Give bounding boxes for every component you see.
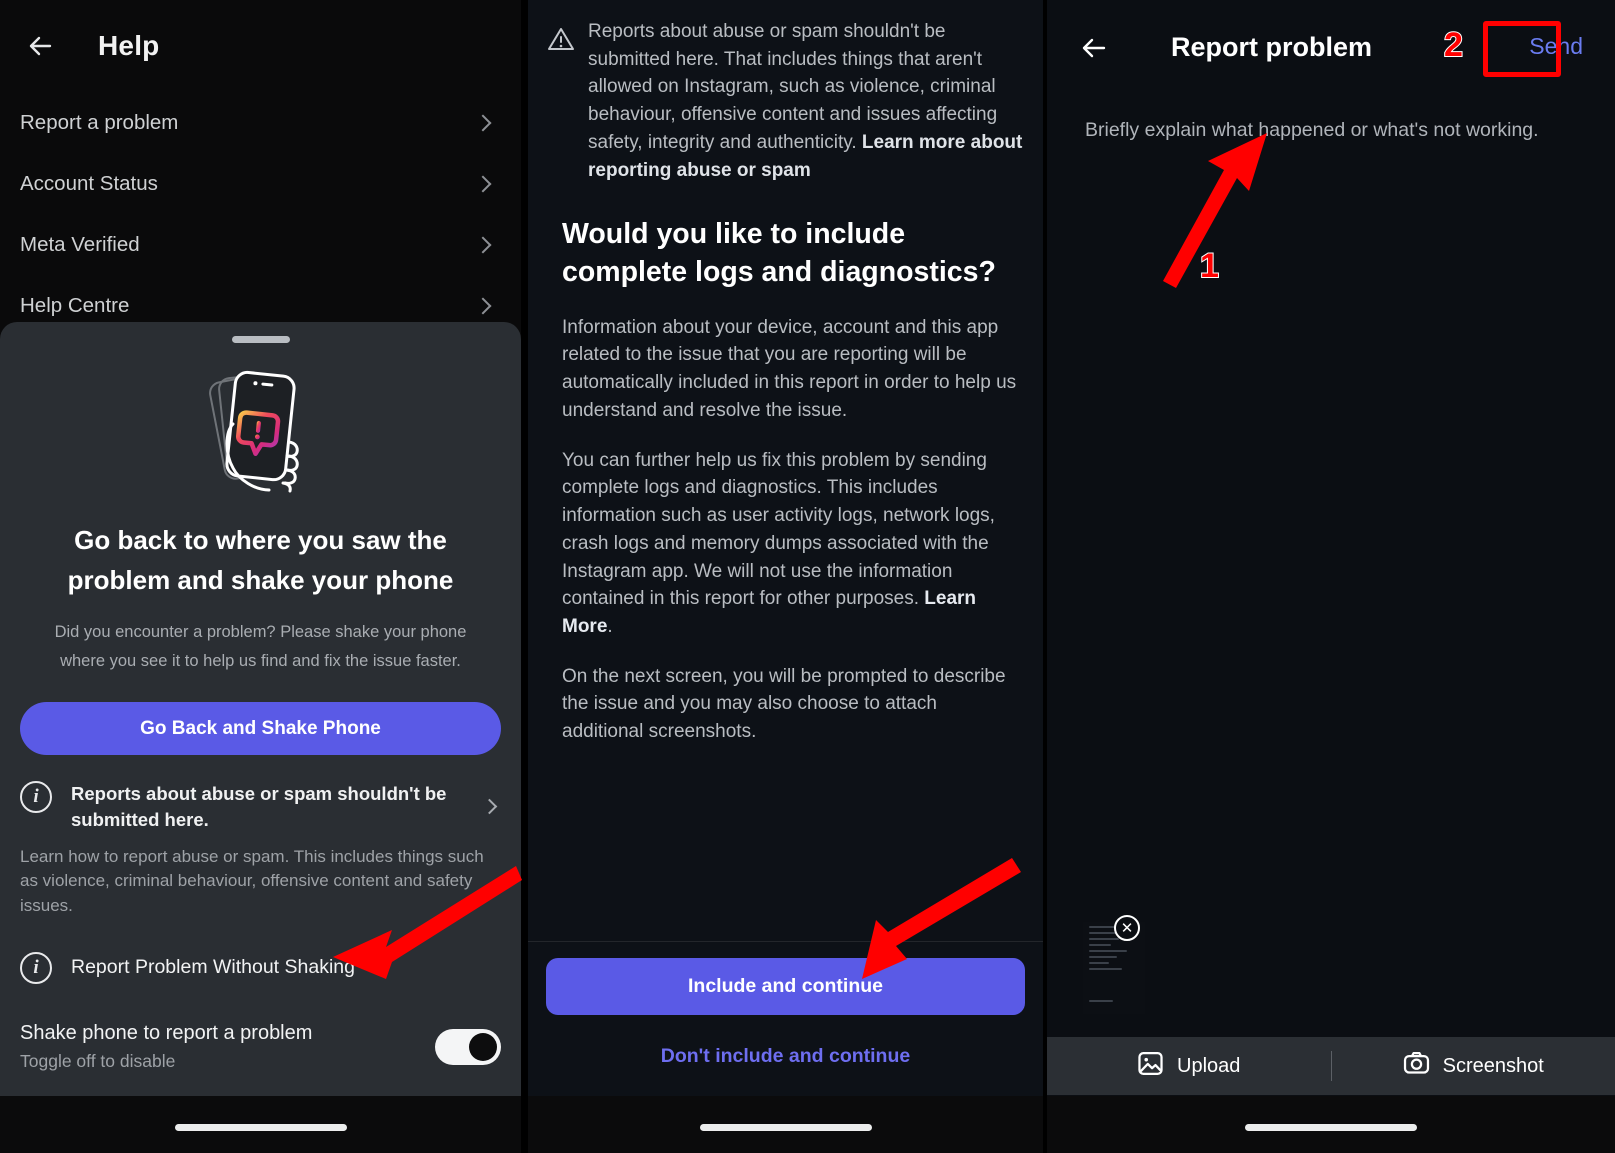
home-indicator bbox=[699, 1124, 872, 1131]
help-menu-item-label: Help Centre bbox=[20, 293, 130, 317]
problem-description-input[interactable]: Briefly explain what happened or what's … bbox=[1047, 95, 1615, 144]
include-and-continue-button[interactable]: Include and continue bbox=[546, 958, 1025, 1015]
help-menu-item-account-status[interactable]: Account Status bbox=[20, 153, 501, 214]
chevron-right-icon bbox=[474, 236, 492, 253]
upload-label: Upload bbox=[1177, 1054, 1241, 1077]
help-menu-item-label: Meta Verified bbox=[20, 232, 140, 256]
logs-paragraph-3: On the next screen, you will be prompted… bbox=[562, 665, 1006, 743]
arrow-left-icon[interactable] bbox=[20, 25, 62, 67]
upload-button[interactable]: Upload bbox=[1047, 1037, 1331, 1095]
attachment-toolbar: Upload Screenshot bbox=[1047, 1037, 1615, 1095]
screenshot-label: Screenshot bbox=[1442, 1054, 1544, 1077]
page-title: Report problem bbox=[1171, 32, 1373, 62]
shake-setting-text: Shake phone to report a problem Toggle o… bbox=[20, 1022, 312, 1072]
toggle-knob bbox=[469, 1032, 497, 1061]
help-menu-item-label: Report a problem bbox=[20, 110, 179, 134]
help-menu-item-meta-verified[interactable]: Meta Verified bbox=[20, 214, 501, 275]
help-header: Help bbox=[0, 0, 521, 92]
shake-to-report-bottom-sheet: Go back to where you saw the problem and… bbox=[0, 322, 521, 1097]
abuse-warning-text: Reports about abuse or spam shouldn't be… bbox=[588, 18, 1023, 184]
report-without-shaking-label: Report Problem Without Shaking bbox=[71, 956, 355, 979]
dont-include-and-continue-button[interactable]: Don't include and continue bbox=[546, 1035, 1025, 1078]
image-icon bbox=[1137, 1050, 1164, 1083]
abuse-notice-description: Learn how to report abuse or spam. This … bbox=[20, 846, 484, 916]
help-menu-item-report-a-problem[interactable]: Report a problem bbox=[20, 92, 501, 153]
arrow-left-icon[interactable] bbox=[1073, 27, 1115, 69]
logs-paragraph-1: Information about your device, account a… bbox=[562, 316, 1017, 421]
help-screen-panel: Help Report a problem Account Status Met… bbox=[0, 0, 521, 1153]
shake-setting-label: Shake phone to report a problem bbox=[20, 1021, 313, 1044]
page-title: Help bbox=[98, 30, 160, 61]
report-problem-panel: Report problem Send Briefly explain what… bbox=[1047, 0, 1615, 1153]
chevron-right-icon bbox=[474, 175, 492, 192]
camera-icon bbox=[1403, 1050, 1430, 1083]
home-indicator-zone bbox=[1047, 1096, 1615, 1153]
go-back-and-shake-phone-button[interactable]: Go Back and Shake Phone bbox=[20, 702, 501, 756]
sheet-subtitle: Did you encounter a problem? Please shak… bbox=[54, 623, 467, 671]
chevron-right-icon bbox=[474, 114, 492, 131]
logs-question-heading: Would you like to include complete logs … bbox=[562, 218, 996, 289]
info-circle-icon: i bbox=[20, 781, 52, 814]
help-menu-item-label: Account Status bbox=[20, 171, 158, 195]
home-indicator bbox=[174, 1124, 347, 1131]
home-indicator-zone bbox=[528, 1096, 1043, 1153]
help-menu-list: Report a problem Account Status Meta Ver… bbox=[0, 92, 521, 336]
chevron-right-icon bbox=[481, 798, 498, 815]
attachment-thumbnail-wrapper: ✕ bbox=[1065, 910, 1175, 1030]
warning-triangle-icon bbox=[546, 24, 580, 59]
shake-to-report-toggle[interactable] bbox=[435, 1028, 501, 1065]
screenshot-stage: Help Report a problem Account Status Met… bbox=[0, 0, 1615, 1153]
logs-paragraph-2-tail: . bbox=[607, 615, 613, 637]
abuse-or-spam-notice-row[interactable]: i Reports about abuse or spam shouldn't … bbox=[20, 781, 501, 831]
shake-to-report-setting: Shake phone to report a problem Toggle o… bbox=[20, 1022, 501, 1072]
abuse-warning-block: Reports about abuse or spam shouldn't be… bbox=[546, 18, 1023, 184]
annotation-step-2: 2 bbox=[1443, 25, 1464, 65]
logs-paragraph-2-body: You can further help us fix this problem… bbox=[562, 449, 995, 610]
chevron-right-icon bbox=[474, 297, 492, 314]
screenshot-button[interactable]: Screenshot bbox=[1332, 1037, 1615, 1095]
abuse-notice-title: Reports about abuse or spam shouldn't be… bbox=[71, 783, 447, 830]
logs-paragraph-2: You can further help us fix this problem… bbox=[546, 447, 1023, 641]
close-circle-icon[interactable]: ✕ bbox=[1114, 915, 1140, 941]
info-circle-icon: i bbox=[20, 951, 52, 984]
sheet-drag-handle[interactable] bbox=[231, 336, 290, 343]
sheet-title: Go back to where you saw the problem and… bbox=[67, 525, 454, 595]
hand-holding-phone-with-instagram-alert-icon bbox=[20, 355, 501, 507]
annotation-highlight-send bbox=[1483, 21, 1561, 77]
shake-setting-sublabel: Toggle off to disable bbox=[20, 1050, 176, 1071]
annotation-step-1: 1 bbox=[1199, 246, 1220, 286]
logs-scroll-content: Reports about abuse or spam shouldn't be… bbox=[528, 0, 1043, 746]
report-problem-without-shaking-row[interactable]: i Report Problem Without Shaking bbox=[20, 951, 501, 984]
home-indicator-zone bbox=[0, 1096, 521, 1153]
home-indicator bbox=[1245, 1124, 1417, 1131]
